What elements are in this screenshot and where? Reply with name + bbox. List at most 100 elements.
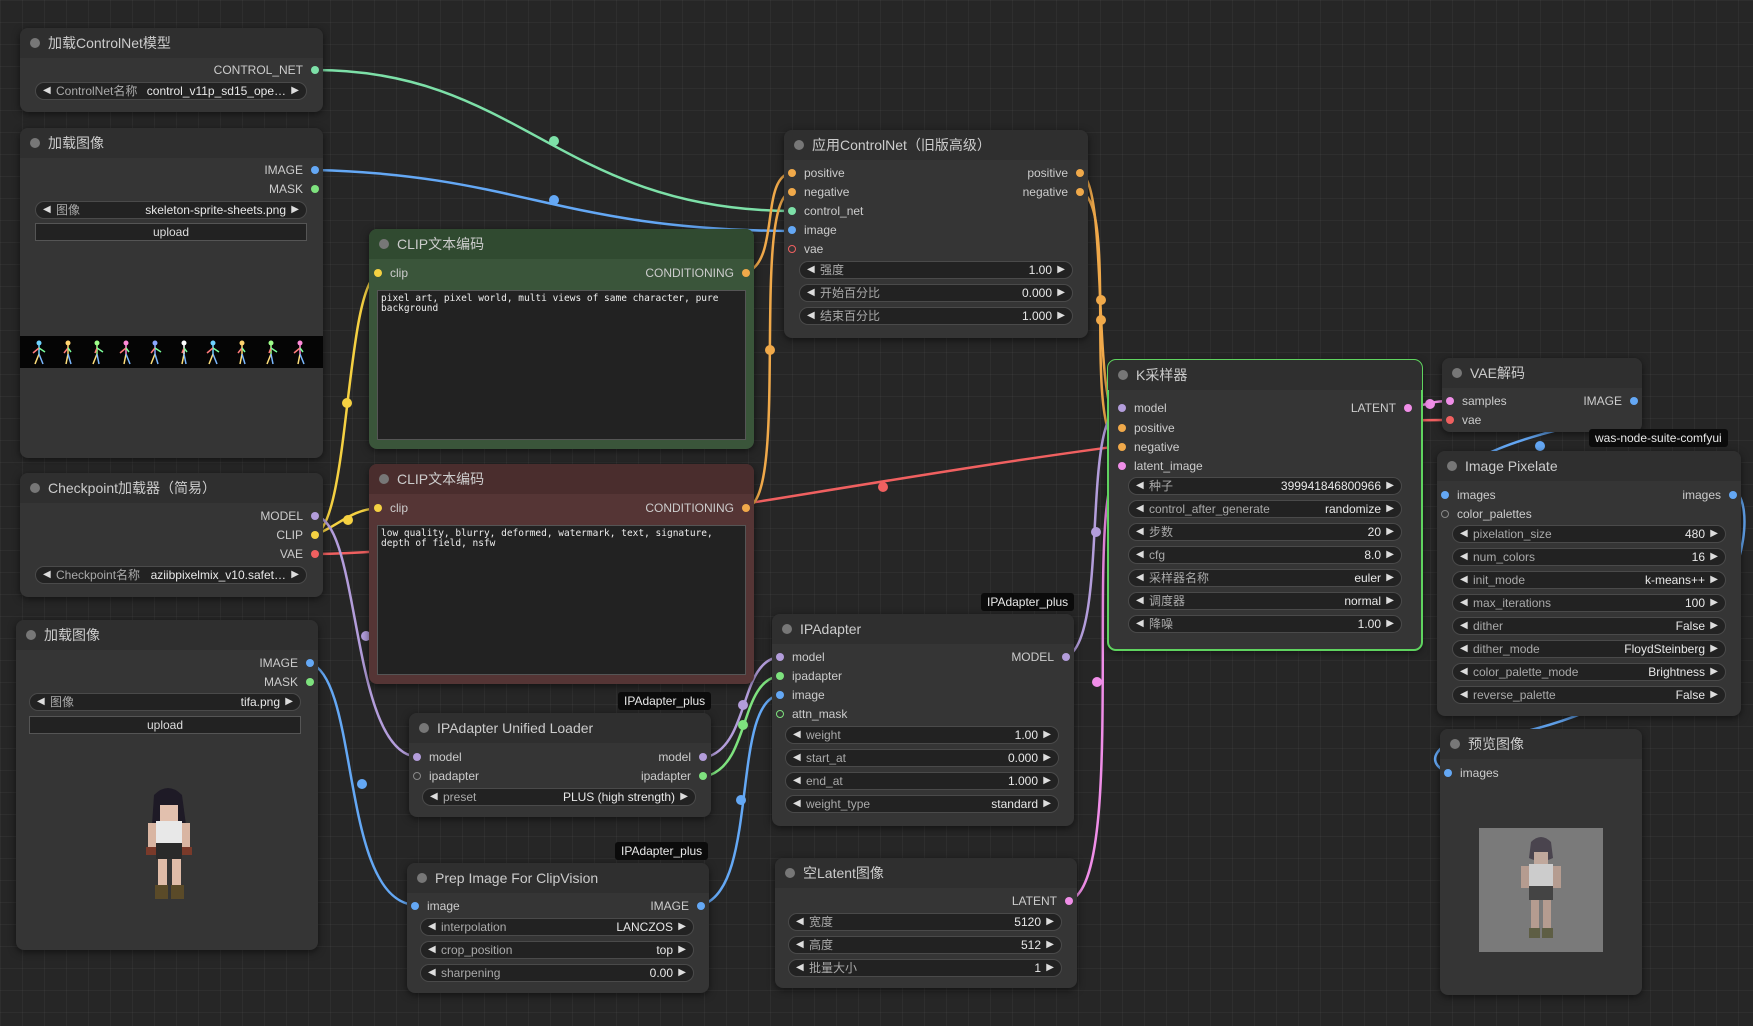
collapse-dot[interactable] (782, 624, 792, 634)
node-ipadapter[interactable]: IPAdapter model ipadapter image attn_mas… (772, 614, 1074, 826)
right-arrow-icon[interactable]: ▶ (291, 202, 299, 218)
right-arrow-icon[interactable]: ▶ (1710, 664, 1718, 680)
input-pin[interactable] (374, 504, 382, 512)
input-pin[interactable] (1441, 510, 1449, 518)
node-checkpoint-loader[interactable]: Checkpoint加载器（简易） MODEL CLIP VAE ◀ Checkp… (20, 473, 323, 597)
node-vae-decode[interactable]: VAE解码 samples vae IMAGE (1442, 358, 1642, 432)
right-arrow-icon[interactable]: ▶ (1043, 727, 1051, 743)
left-arrow-icon[interactable]: ◀ (1136, 570, 1144, 586)
color-palette-mode-widget[interactable]: ◀ color_palette_mode Brightness ▶ (1452, 663, 1726, 681)
left-arrow-icon[interactable]: ◀ (1136, 478, 1144, 494)
input-pin[interactable] (1118, 404, 1126, 412)
image-select-widget[interactable]: ◀ 图像 skeleton-sprite-sheets.png ▶ (35, 201, 307, 219)
output-pin[interactable] (742, 269, 750, 277)
right-arrow-icon[interactable]: ▶ (1386, 501, 1394, 517)
node-title[interactable]: 空Latent图像 (775, 858, 1077, 888)
right-arrow-icon[interactable]: ▶ (1046, 937, 1054, 953)
input-pin[interactable] (1444, 769, 1452, 777)
node-title[interactable]: CLIP文本编码 (369, 464, 754, 494)
checkpoint-name-widget[interactable]: ◀ Checkpoint名称 aziibpixelmix_v10.safet… ▶ (35, 566, 307, 584)
controlnet-name-widget[interactable]: ◀ ControlNet名称 control_v11p_sd15_ope… ▶ (35, 82, 307, 100)
node-prep-image-clipvision[interactable]: Prep Image For ClipVision image IMAGE ◀ i… (407, 863, 709, 993)
output-latent[interactable]: LATENT (1012, 894, 1073, 908)
collapse-dot[interactable] (417, 873, 427, 883)
right-arrow-icon[interactable]: ▶ (1386, 616, 1394, 632)
left-arrow-icon[interactable]: ◀ (1136, 524, 1144, 540)
output-pin[interactable] (1076, 188, 1084, 196)
input-model[interactable]: model (776, 650, 825, 664)
node-title[interactable]: IPAdapter (772, 614, 1074, 644)
left-arrow-icon[interactable]: ◀ (1460, 664, 1468, 680)
left-arrow-icon[interactable]: ◀ (43, 83, 51, 99)
max-iterations-widget[interactable]: ◀ max_iterations 100 ▶ (1452, 594, 1726, 612)
left-arrow-icon[interactable]: ◀ (1460, 595, 1468, 611)
input-pin[interactable] (788, 207, 796, 215)
reverse-palette-widget[interactable]: ◀ reverse_palette False ▶ (1452, 686, 1726, 704)
input-images[interactable]: images (1444, 766, 1499, 780)
input-attn-mask[interactable]: attn_mask (776, 707, 847, 721)
input-pin[interactable] (1118, 424, 1126, 432)
collapse-dot[interactable] (379, 474, 389, 484)
input-clip[interactable]: clip (374, 501, 408, 515)
output-latent[interactable]: LATENT (1351, 401, 1412, 415)
image-select-widget[interactable]: ◀ 图像 tifa.png ▶ (29, 693, 301, 711)
collapse-dot[interactable] (419, 723, 429, 733)
scheduler-widget[interactable]: ◀ 调度器 normal ▶ (1128, 592, 1402, 610)
width-widget[interactable]: ◀ 宽度 5120 ▶ (788, 913, 1062, 931)
seed-widget[interactable]: ◀ 种子 399941846800966 ▶ (1128, 477, 1402, 495)
left-arrow-icon[interactable]: ◀ (1460, 687, 1468, 703)
node-title[interactable]: 加载图像 (16, 620, 318, 650)
left-arrow-icon[interactable]: ◀ (807, 308, 815, 324)
collapse-dot[interactable] (785, 868, 795, 878)
node-load-image-2[interactable]: 加载图像 IMAGE MASK ◀ 图像 tifa.png ▶ upload (16, 620, 318, 950)
left-arrow-icon[interactable]: ◀ (43, 567, 51, 583)
output-conditioning[interactable]: CONDITIONING (645, 501, 750, 515)
input-ipadapter[interactable]: ipadapter (776, 669, 842, 683)
input-ipadapter[interactable]: ipadapter (413, 769, 479, 783)
left-arrow-icon[interactable]: ◀ (793, 796, 801, 812)
right-arrow-icon[interactable]: ▶ (1046, 914, 1054, 930)
input-pin[interactable] (776, 710, 784, 718)
left-arrow-icon[interactable]: ◀ (43, 202, 51, 218)
sharpening-widget[interactable]: ◀ sharpening 0.00 ▶ (420, 964, 694, 982)
node-title[interactable]: 预览图像 (1440, 729, 1642, 759)
right-arrow-icon[interactable]: ▶ (1057, 262, 1065, 278)
node-title[interactable]: K采样器 (1108, 360, 1422, 390)
output-clip[interactable]: CLIP (276, 528, 319, 542)
input-color-palettes[interactable]: color_palettes (1441, 507, 1532, 521)
node-title[interactable]: 加载ControlNet模型 (20, 28, 323, 58)
input-pin[interactable] (788, 245, 796, 253)
dither-mode-widget[interactable]: ◀ dither_mode FloydSteinberg ▶ (1452, 640, 1726, 658)
right-arrow-icon[interactable]: ▶ (1710, 549, 1718, 565)
upload-button[interactable]: upload (29, 716, 301, 734)
input-pin[interactable] (776, 653, 784, 661)
node-title[interactable]: CLIP文本编码 (369, 229, 754, 259)
output-pin[interactable] (699, 753, 707, 761)
left-arrow-icon[interactable]: ◀ (793, 750, 801, 766)
input-pin[interactable] (1118, 462, 1126, 470)
left-arrow-icon[interactable]: ◀ (1136, 501, 1144, 517)
right-arrow-icon[interactable]: ▶ (1043, 750, 1051, 766)
left-arrow-icon[interactable]: ◀ (37, 694, 45, 710)
left-arrow-icon[interactable]: ◀ (796, 937, 804, 953)
left-arrow-icon[interactable]: ◀ (793, 773, 801, 789)
node-load-image-1[interactable]: 加载图像 IMAGE MASK ◀ 图像 skeleton-sprite-she… (20, 128, 323, 458)
node-ksampler[interactable]: K采样器 model positive negative latent_imag… (1107, 359, 1423, 651)
input-vae[interactable]: vae (1446, 413, 1481, 427)
input-pin[interactable] (788, 169, 796, 177)
output-pin[interactable] (1062, 653, 1070, 661)
left-arrow-icon[interactable]: ◀ (807, 262, 815, 278)
left-arrow-icon[interactable]: ◀ (1460, 526, 1468, 542)
output-pin[interactable] (311, 531, 319, 539)
num-colors-widget[interactable]: ◀ num_colors 16 ▶ (1452, 548, 1726, 566)
interpolation-widget[interactable]: ◀ interpolation LANCZOS ▶ (420, 918, 694, 936)
input-pin[interactable] (788, 188, 796, 196)
left-arrow-icon[interactable]: ◀ (793, 727, 801, 743)
input-positive[interactable]: positive (1118, 421, 1175, 435)
cfg-widget[interactable]: ◀ cfg 8.0 ▶ (1128, 546, 1402, 564)
right-arrow-icon[interactable]: ▶ (1043, 796, 1051, 812)
input-pin[interactable] (1446, 416, 1454, 424)
output-mask[interactable]: MASK (269, 182, 319, 196)
input-model[interactable]: model (1118, 401, 1167, 415)
input-image[interactable]: image (776, 688, 825, 702)
